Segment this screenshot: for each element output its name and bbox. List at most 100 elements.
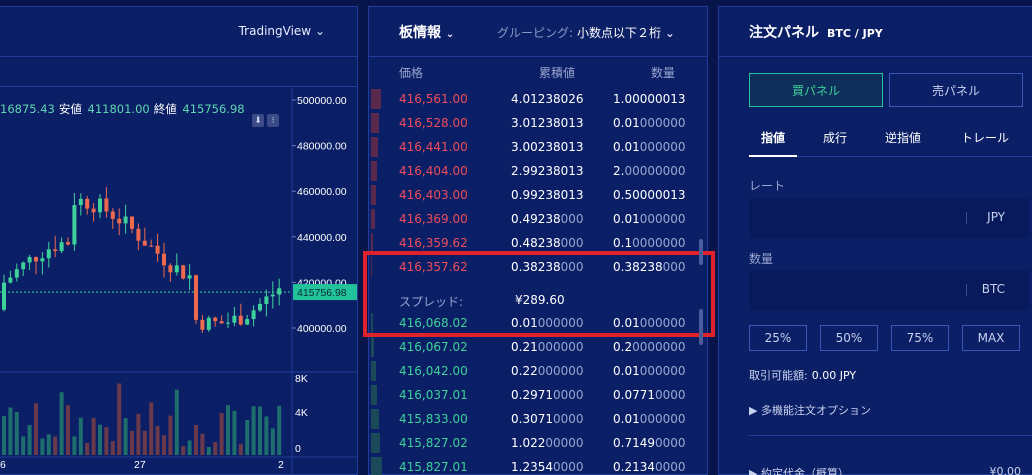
ask-price: 416,441.00 [399,140,468,154]
ask-row[interactable]: 416,403.00 0.99238013 0.50000013 [369,183,707,207]
cumulative-significant: 0.48238 [511,236,561,250]
tab-limit[interactable]: 指値 [761,129,785,146]
candle-body [200,319,205,330]
ask-row[interactable]: 416,404.00 2.99238013 2.00000000 [369,159,707,183]
ask-row[interactable]: 416,561.00 4.01238026 1.00000013 [369,87,707,111]
advanced-options-toggle[interactable]: ▶ 多機能注文オプション [749,402,871,418]
quantity-significant: 1.00000013 [613,92,686,106]
ask-row[interactable]: 416,357.62 0.38238000 0.38238000 [369,255,707,279]
bid-row[interactable]: 415,827.01 1.23540000 0.21340000 [369,455,707,475]
volume-bar [238,443,243,455]
candle-body [85,198,90,209]
col-price: 価格 [399,66,424,80]
candlestick-chart[interactable]: 500000.00480000.00460000.00440000.004200… [0,0,360,475]
quantity-significant: 0.01 [613,316,640,330]
bid-row[interactable]: 415,833.00 0.30710000 0.01000000 [369,407,707,431]
quantity-significant: 0.01 [613,212,640,226]
settings-icon[interactable]: ⁝ [267,114,279,127]
depth-bar [371,161,377,181]
order-panel-title-text: 注文パネル [749,25,819,41]
cumulative-trailing: 0000 [553,460,584,474]
rate-input[interactable]: JPY [749,198,1029,238]
volume-bar [14,411,19,455]
pct-max-button[interactable]: MAX [962,325,1020,351]
scrollbar-thumb-top[interactable] [699,239,703,265]
volume-bar [110,441,115,455]
ask-row[interactable]: 416,528.00 3.01238013 0.01000000 [369,111,707,135]
depth-bar [371,385,377,405]
bid-row[interactable]: 416,037.01 0.29710000 0.07710000 [369,383,707,407]
ask-row[interactable]: 416,369.00 0.49238000 0.01000000 [369,207,707,231]
volume-bar [168,415,173,455]
grouping-dropdown[interactable]: グルーピング: 小数点以下２桁 ⌄ [497,24,675,41]
divider [749,435,1032,436]
cumulative-significant: 0.49238 [511,212,561,226]
ask-row[interactable]: 416,441.00 3.00238013 0.01000000 [369,135,707,159]
bid-row[interactable]: 415,827.02 1.02200000 0.71490000 [369,431,707,455]
volume-bar [21,436,26,455]
candle-body [21,262,26,270]
candle-body [251,310,256,320]
ask-cumulative: 0.38238000 [511,260,584,274]
spread-value: ¥289.60 [515,293,565,307]
download-icon[interactable]: ⬇ [252,114,264,127]
active-tab-underline [749,155,797,157]
cumulative-significant: 0.3071 [511,412,553,426]
pct-50-button[interactable]: 50% [820,325,878,351]
depth-bar [371,113,380,133]
quantity-input[interactable]: BTC [749,270,1029,310]
candle-body [168,265,173,273]
bid-row[interactable]: 416,068.02 0.01000000 0.01000000 [369,311,707,335]
order-book-title-dropdown[interactable]: 板情報 ⌄ [399,22,454,42]
candle-body [149,245,154,247]
volume-bar [72,436,77,455]
volume-bar [2,416,6,455]
ohlc-close-label: 終値 [153,102,177,116]
candle-body [66,242,70,245]
available-amount: 取引可能額: 0.00 JPY [749,367,856,383]
price-tick-label: 440000.00 [297,232,347,244]
sell-panel-button[interactable]: 売パネル [889,73,1023,107]
quantity-trailing: 000000 [639,364,686,378]
bid-row[interactable]: 416,042.00 0.22000000 0.01000000 [369,359,707,383]
tab-market[interactable]: 成行 [823,129,847,146]
candle-body [8,277,13,283]
tab-stop[interactable]: 逆指値 [885,129,921,146]
bid-row[interactable]: 416,067.02 0.21000000 0.20000000 [369,335,707,359]
col-cumulative: 累積値 [539,66,576,80]
ask-price: 416,528.00 [399,116,468,130]
buy-panel-button[interactable]: 買パネル [749,73,883,107]
depth-bar [371,457,382,475]
bid-quantity: 0.07710000 [613,388,686,402]
cumulative-trailing: 000000 [537,340,584,354]
quantity-significant: 0.38238 [613,260,663,274]
pct-75-button[interactable]: 75% [891,325,949,351]
cumulative-significant: 0.22 [511,364,538,378]
order-book-columns: 価格 累積値 数量 [369,64,707,84]
candle-body [219,321,224,324]
ask-quantity: 2.00000000 [613,164,686,178]
scrollbar-thumb-bottom[interactable] [699,309,703,345]
quantity-significant: 0.01 [613,116,640,130]
ask-quantity: 0.01000000 [613,116,686,130]
quantity-unit: BTC [981,282,1005,296]
price-tick-label: 400000.00 [297,323,347,335]
volume-bar [187,440,192,455]
tab-trail[interactable]: トレール [961,129,1009,146]
bid-quantity: 0.20000000 [613,340,686,354]
bid-cumulative: 0.29710000 [511,388,584,402]
candle-body [2,282,6,310]
volume-bar [91,417,96,455]
ask-row[interactable]: 416,359.62 0.48238000 0.10000000 [369,231,707,255]
volume-bar [136,413,141,455]
candle-body [98,198,102,213]
pct-25-button[interactable]: 25% [749,325,807,351]
quantity-label: 数量 [749,252,774,266]
ask-price: 416,403.00 [399,188,468,202]
candle-body [130,216,134,229]
depth-bar [371,185,376,205]
estimate-toggle[interactable]: ▶ 約定代金（概算） [749,465,849,475]
ask-cumulative: 0.99238013 [511,188,584,202]
bid-price: 416,068.02 [399,316,468,330]
quantity-trailing: 000 [662,260,686,274]
